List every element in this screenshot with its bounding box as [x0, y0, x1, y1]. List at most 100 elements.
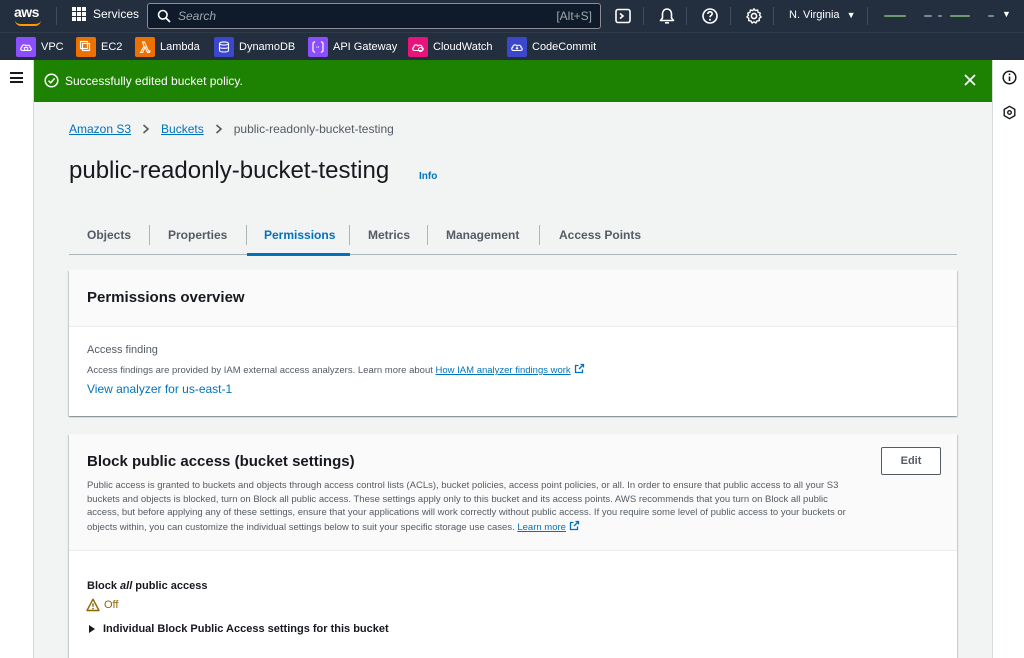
caret-down-icon: ▼ — [846, 10, 856, 20]
external-link-icon — [569, 520, 580, 530]
info-icon[interactable] — [1002, 70, 1017, 85]
close-icon[interactable] — [963, 73, 977, 87]
favorite-ec2[interactable]: EC2 — [76, 37, 122, 57]
favorites-bar: VPC EC2 Lambda DynamoDB API Gateway Clou… — [0, 32, 1024, 60]
tab-access-points[interactable]: Access Points — [540, 215, 660, 255]
favorite-label: CodeCommit — [532, 41, 597, 53]
tab-label: Objects — [87, 228, 132, 242]
card-title: Permissions overview — [87, 289, 245, 306]
region-label: N. Virginia — [789, 9, 840, 21]
view-analyzer-link[interactable]: View analyzer for us-east-1 — [87, 382, 232, 396]
block-public-access-description: Public access is granted to buckets and … — [87, 479, 947, 534]
link-text: Learn more — [517, 521, 566, 533]
breadcrumb-amazon-s3[interactable]: Amazon S3 — [69, 122, 131, 136]
dynamodb-icon — [214, 37, 234, 57]
services-label: Services — [93, 7, 140, 21]
description-line-last: objects within, you can customize the in… — [87, 520, 947, 535]
description-line: access, but before applying any of these… — [87, 507, 846, 518]
status-value: Off — [104, 599, 119, 611]
search-box[interactable]: [Alt+S] — [147, 3, 601, 29]
favorite-label: EC2 — [101, 41, 123, 53]
nav-divider — [867, 7, 868, 25]
search-shortcut: [Alt+S] — [556, 9, 592, 23]
nav-divider — [56, 7, 57, 25]
ec2-icon — [76, 37, 96, 57]
favorite-dynamodb[interactable]: DynamoDB — [214, 37, 295, 57]
ai-assistant-icon[interactable] — [1002, 105, 1017, 120]
description-line: Public access is granted to buckets and … — [87, 480, 839, 491]
breadcrumb-current: public-readonly-bucket-testing — [233, 122, 394, 136]
link-text: How IAM analyzer findings work — [435, 365, 571, 376]
favorite-label: Lambda — [160, 41, 200, 53]
breadcrumb: Amazon S3 Buckets public-readonly-bucket… — [69, 122, 394, 136]
codecommit-icon — [507, 37, 527, 57]
individual-settings-expander[interactable]: Individual Block Public Access settings … — [88, 623, 389, 635]
access-finding-label: Access finding — [87, 344, 158, 356]
description-text: objects within, you can customize the in… — [87, 521, 515, 533]
description-text: Access findings are provided by IAM exte… — [87, 365, 433, 376]
heading-text: Block — [87, 580, 121, 592]
nav-divider — [730, 7, 731, 25]
block-public-access-card: Block public access (bucket settings) Ed… — [69, 434, 957, 658]
search-input[interactable] — [178, 7, 538, 25]
chevron-right-icon — [143, 124, 150, 134]
favorite-cloudwatch[interactable]: CloudWatch — [408, 37, 493, 57]
cloudwatch-icon — [408, 37, 428, 57]
breadcrumb-buckets[interactable]: Buckets — [161, 122, 204, 136]
page-title: public-readonly-bucket-testing — [69, 157, 390, 184]
aws-logo[interactable]: aws — [14, 4, 44, 28]
region-selector[interactable]: N. Virginia ▼ — [789, 9, 856, 21]
tab-label: Metrics — [368, 228, 411, 242]
permissions-overview-card: Permissions overview Access finding Acce… — [69, 270, 957, 416]
nav-divider — [686, 7, 687, 25]
info-link[interactable]: Info — [419, 171, 437, 182]
edit-button[interactable]: Edit — [881, 447, 941, 475]
settings-gear-icon[interactable] — [745, 7, 763, 25]
favorite-lambda[interactable]: Lambda — [135, 37, 200, 57]
description-line: buckets and objects is blocked, turn on … — [87, 493, 828, 505]
left-navigation-rail — [0, 60, 34, 658]
access-finding-description: Access findings are provided by IAM exte… — [87, 363, 585, 378]
notifications-bell-icon[interactable] — [658, 7, 676, 25]
favorite-api-gateway[interactable]: API Gateway — [308, 37, 397, 57]
favorite-codecommit[interactable]: CodeCommit — [507, 37, 596, 57]
favorite-label: VPC — [41, 41, 64, 53]
api-gateway-icon — [308, 37, 328, 57]
expander-label: Individual Block Public Access settings … — [103, 623, 389, 635]
nav-divider — [773, 7, 774, 25]
account-menu[interactable]: ▼ — [884, 9, 1014, 23]
favorite-vpc[interactable]: VPC — [16, 37, 64, 57]
heading-emphasis: all — [120, 580, 133, 592]
learn-more-link[interactable]: Learn more — [517, 520, 580, 533]
help-icon[interactable] — [701, 7, 719, 25]
menu-hamburger-icon[interactable] — [10, 72, 23, 83]
tab-metrics[interactable]: Metrics — [350, 215, 428, 255]
flash-message: Successfully edited bucket policy. — [65, 74, 243, 88]
lambda-icon — [135, 37, 155, 57]
favorite-label: DynamoDB — [239, 41, 296, 53]
card-header: Permissions overview — [69, 270, 957, 327]
tab-label: Management — [446, 228, 520, 242]
success-flash-banner: Successfully edited bucket policy. — [34, 60, 992, 102]
card-title: Block public access (bucket settings) — [87, 453, 355, 470]
success-check-icon — [44, 73, 59, 88]
search-icon — [157, 9, 171, 23]
services-menu-button[interactable]: Services — [72, 7, 139, 21]
favorite-label: API Gateway — [333, 41, 398, 53]
vpc-icon — [16, 37, 36, 57]
iam-findings-link[interactable]: How IAM analyzer findings work — [435, 363, 585, 376]
tab-label: Permissions — [264, 228, 336, 242]
warning-icon — [86, 598, 100, 612]
cloudshell-icon[interactable] — [614, 7, 632, 25]
tab-objects[interactable]: Objects — [69, 215, 150, 255]
tab-properties[interactable]: Properties — [150, 215, 247, 255]
nav-divider — [643, 7, 644, 25]
tab-management[interactable]: Management — [428, 215, 540, 255]
heading-text: public access — [132, 580, 208, 592]
bucket-tabs: Objects Properties Permissions Metrics M… — [69, 215, 957, 256]
favorite-label: CloudWatch — [433, 41, 493, 53]
block-all-public-access-heading: Block all public access — [87, 580, 207, 592]
grid-icon — [72, 7, 86, 21]
card-header: Block public access (bucket settings) Ed… — [69, 434, 957, 551]
tab-permissions[interactable]: Permissions — [247, 215, 350, 256]
